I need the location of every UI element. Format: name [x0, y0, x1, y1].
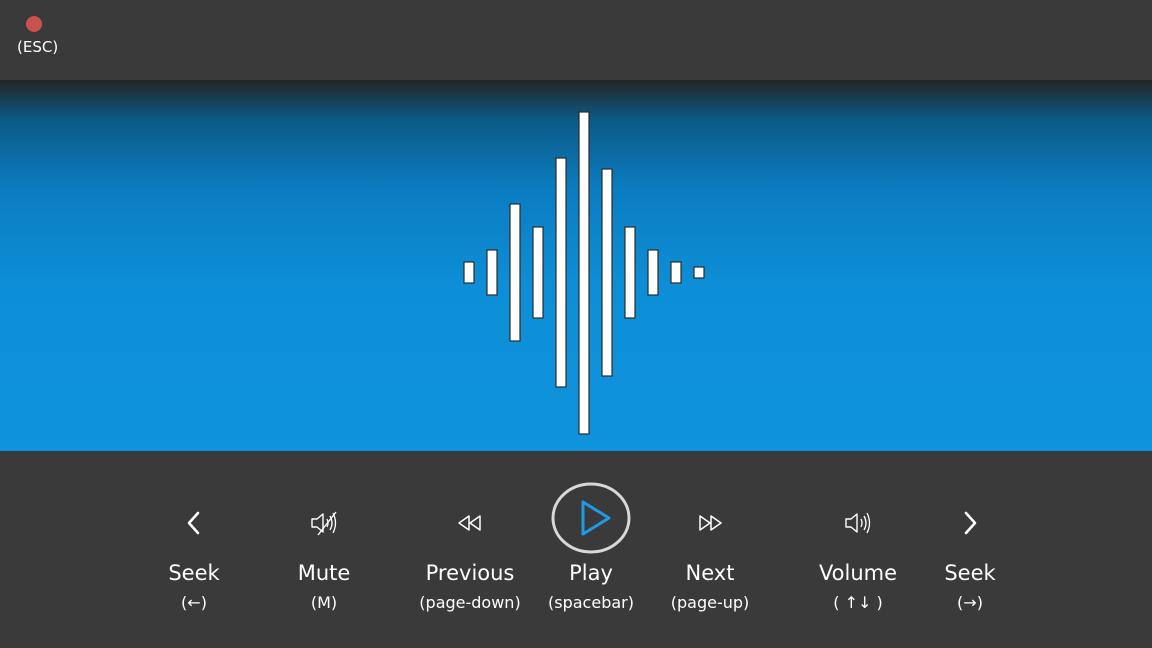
volume-key: ( ↑↓ )	[833, 593, 883, 612]
esc-close-button[interactable]: (ESC)	[14, 14, 64, 64]
next-label: Next	[685, 561, 735, 585]
play-key: (spacebar)	[548, 593, 634, 612]
chevron-left-icon	[174, 503, 214, 543]
seek-forward-button[interactable]: Seek (→)	[930, 451, 1010, 648]
chevron-right-icon	[950, 503, 990, 543]
next-button[interactable]: Next (page-up)	[664, 451, 756, 648]
mute-label: Mute	[297, 561, 351, 585]
seek-back-key: (←)	[181, 593, 207, 612]
seek-back-button[interactable]: Seek (←)	[154, 451, 234, 648]
previous-key: (page-down)	[419, 593, 521, 612]
previous-label: Previous	[425, 561, 515, 585]
sound-wave-icon	[463, 111, 705, 435]
seek-forward-label: Seek	[944, 561, 996, 585]
esc-label: (ESC)	[17, 38, 59, 56]
play-label: Play	[569, 561, 613, 585]
speaker-volume-icon	[838, 503, 878, 543]
audio-visualizer	[0, 80, 1152, 451]
next-key: (page-up)	[670, 593, 750, 612]
volume-button[interactable]: Volume ( ↑↓ )	[808, 451, 908, 648]
play-button[interactable]: Play (spacebar)	[546, 451, 636, 648]
close-dot-icon	[26, 16, 42, 32]
volume-label: Volume	[818, 561, 898, 585]
play-icon	[551, 482, 631, 554]
seek-back-label: Seek	[168, 561, 220, 585]
top-bar: (ESC)	[0, 0, 1152, 80]
previous-button[interactable]: Previous (page-down)	[414, 451, 526, 648]
mute-key: (M)	[310, 593, 338, 612]
speaker-muted-icon	[304, 503, 344, 543]
seek-forward-key: (→)	[957, 593, 983, 612]
mute-button[interactable]: Mute (M)	[284, 451, 364, 648]
control-bar: Seek (←) Mute (M) Previous (page-down) P…	[0, 451, 1152, 648]
rewind-icon	[450, 503, 490, 543]
fast-forward-icon	[690, 503, 730, 543]
